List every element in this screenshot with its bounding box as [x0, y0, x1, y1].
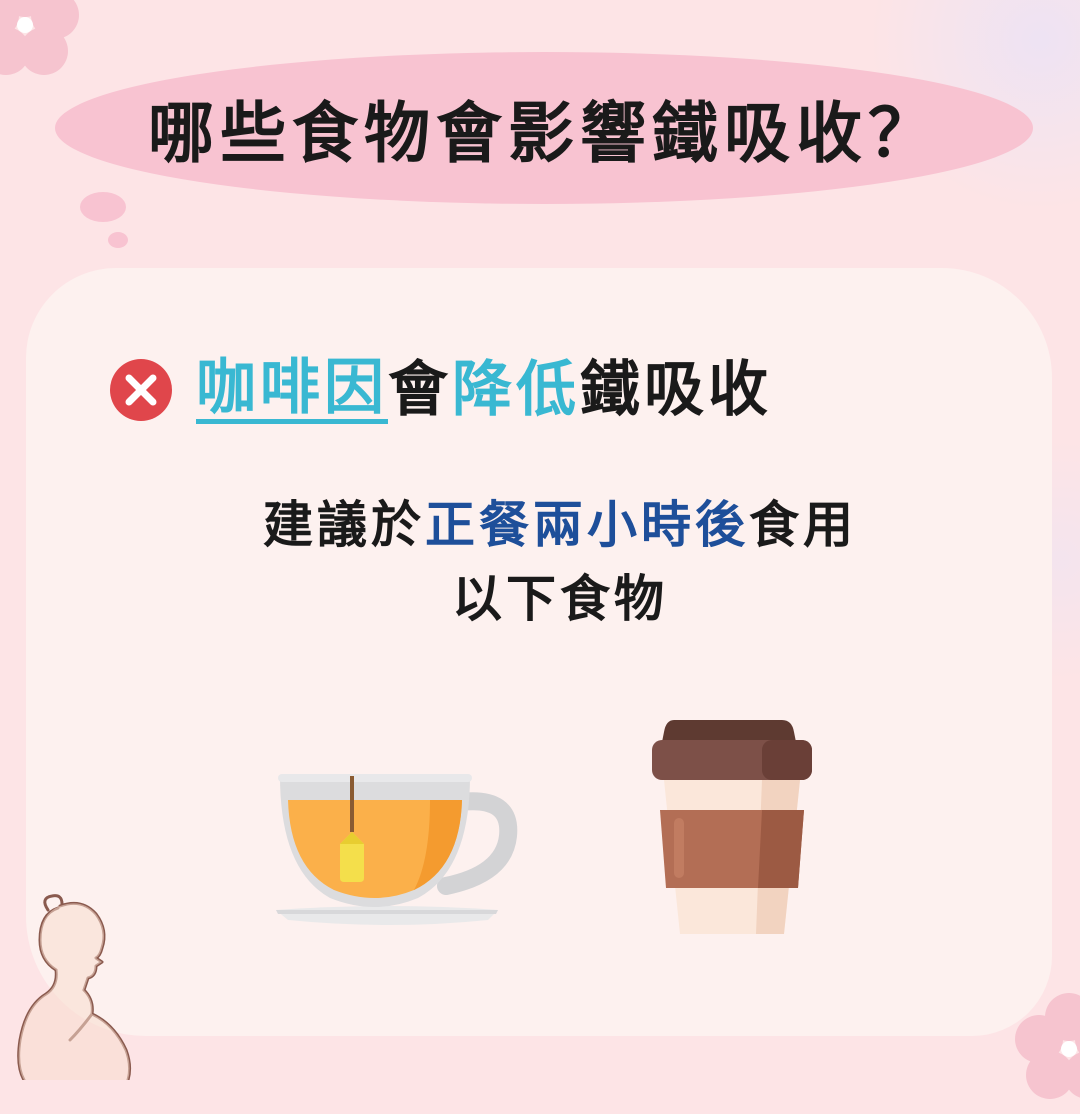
coffee-cup-icon	[652, 720, 812, 934]
pregnant-woman-icon	[17, 894, 132, 1080]
advice-line-1: 建議於正餐兩小時後食用	[150, 488, 970, 562]
advice-suffix: 食用	[749, 496, 857, 554]
tea-cup-icon	[276, 774, 518, 925]
headline-rest: 鐵吸收	[580, 355, 772, 425]
headline-caffeine: 咖啡因	[196, 352, 388, 424]
x-circle-icon	[110, 359, 172, 421]
headline-will: 會	[388, 355, 452, 425]
advice-prefix: 建議於	[263, 496, 425, 554]
advice-line-2: 以下食物	[452, 570, 668, 628]
advice-text: 建議於正餐兩小時後食用 以下食物	[150, 488, 970, 636]
advice-highlight: 正餐兩小時後	[425, 496, 749, 554]
thought-bubble-dot	[108, 232, 128, 248]
page-title: 哪些食物會影響鐵吸收？	[148, 95, 940, 172]
headline-reduce: 降低	[452, 355, 580, 425]
headline: 咖啡因 會 降低 鐵吸收	[108, 350, 772, 430]
